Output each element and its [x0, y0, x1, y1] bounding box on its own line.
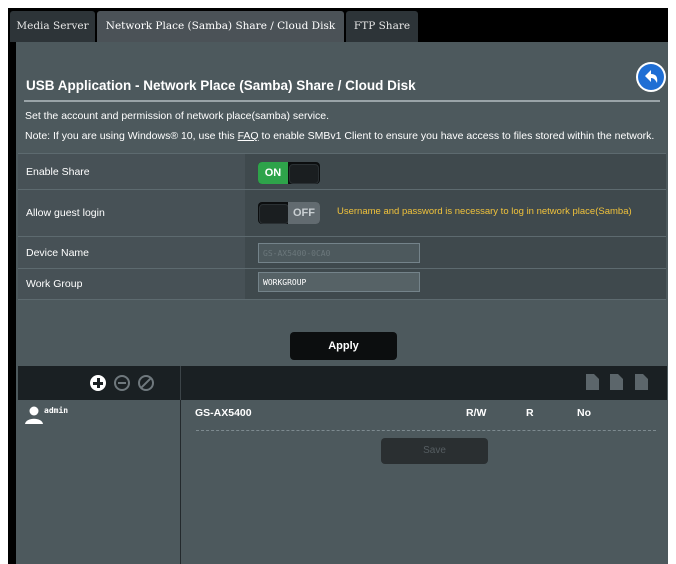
guest-login-label: Allow guest login — [18, 190, 245, 236]
delete-user-icon[interactable] — [114, 375, 130, 391]
work-group-label: Work Group — [18, 269, 245, 299]
row-device-name: Device Name — [18, 237, 666, 269]
delete-folder-icon[interactable] — [610, 374, 623, 390]
apply-button[interactable]: Apply — [290, 332, 397, 360]
user-permission-table: admin GS-AX5400 R/W R No Save — [18, 366, 667, 564]
page-title: USB Application - Network Place (Samba) … — [26, 78, 416, 93]
guest-login-warning: Username and password is necessary to lo… — [337, 206, 632, 217]
toggle-off-label: OFF — [288, 202, 320, 224]
tab-ftp-share[interactable]: FTP Share — [346, 11, 418, 42]
toggle-on-label: ON — [258, 162, 288, 184]
faq-link[interactable]: FAQ — [238, 130, 259, 142]
toggle-knob — [289, 164, 319, 184]
user-table-body: admin GS-AX5400 R/W R No Save — [18, 400, 667, 564]
app-frame: Media Server Network Place (Samba) Share… — [8, 8, 668, 564]
user-name: admin — [44, 406, 69, 415]
tab-bar: Media Server Network Place (Samba) Share… — [8, 8, 668, 42]
add-folder-icon[interactable] — [586, 374, 599, 390]
tab-samba-share[interactable]: Network Place (Samba) Share / Cloud Disk — [97, 11, 344, 42]
back-arrow-icon — [638, 64, 664, 90]
guest-login-toggle[interactable]: OFF — [258, 202, 320, 224]
share-row-divider — [196, 430, 656, 431]
work-group-input[interactable] — [258, 272, 420, 292]
note-after: to enable SMBv1 Client to ensure you hav… — [258, 130, 655, 142]
device-name-input[interactable] — [258, 243, 420, 263]
settings-table: Enable Share ON Allow guest login OFF Us… — [18, 153, 666, 300]
perm-r[interactable]: R — [526, 407, 534, 419]
toggle-knob — [259, 204, 289, 224]
user-list: admin — [18, 400, 181, 564]
add-user-icon[interactable] — [90, 375, 106, 391]
note-before: Note: If you are using Windows® 10, use … — [25, 130, 238, 142]
user-avatar-icon — [25, 406, 43, 424]
device-name-label: Device Name — [18, 237, 245, 268]
perm-no[interactable]: No — [577, 407, 591, 419]
header-divider — [180, 366, 181, 400]
back-button[interactable] — [636, 62, 666, 92]
save-button[interactable]: Save — [381, 438, 488, 464]
enable-share-toggle[interactable]: ON — [258, 162, 320, 184]
disable-user-icon[interactable] — [138, 375, 154, 391]
row-enable-share: Enable Share ON — [18, 154, 666, 190]
description-text: Set the account and permission of networ… — [25, 110, 330, 122]
note-text: Note: If you are using Windows® 10, use … — [25, 128, 665, 144]
edit-folder-icon[interactable] — [635, 374, 648, 390]
enable-share-label: Enable Share — [18, 154, 245, 189]
row-guest-login: Allow guest login OFF Username and passw… — [18, 190, 666, 237]
row-work-group: Work Group — [18, 269, 666, 300]
perm-rw[interactable]: R/W — [466, 407, 486, 419]
tab-media-server[interactable]: Media Server — [10, 11, 95, 42]
share-folder-name: GS-AX5400 — [195, 407, 252, 419]
title-divider — [24, 100, 660, 102]
user-table-header — [18, 366, 667, 400]
